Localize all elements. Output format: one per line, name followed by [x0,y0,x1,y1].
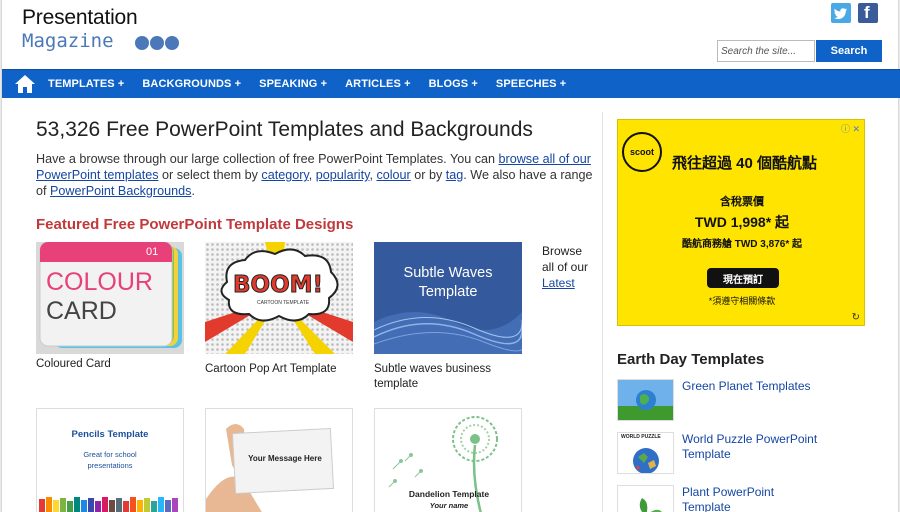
latest-link[interactable]: Latest [542,276,575,290]
intro-paragraph: Have a browse through our large collecti… [36,151,596,199]
thumb-subtitle: CARD [46,297,117,325]
template-caption[interactable]: Cartoon Pop Art Template [205,362,353,377]
social-links [831,3,878,23]
home-icon[interactable] [14,73,36,95]
logo-dots-icon [135,36,179,50]
sidebar-item-green-planet[interactable]: Green Planet Templates [617,379,887,423]
template-thumb-message-card[interactable]: Your Message Here [205,408,353,512]
sidebar-item-world-puzzle[interactable]: WORLD PUZZLE World Puzzle PowerPoint Tem… [617,432,887,476]
template-thumb-pencils[interactable]: Pencils Template Great for school presen… [36,408,184,512]
nav-blogs[interactable]: BLOGS + [429,78,478,90]
column-divider [602,112,603,512]
ad-brand: scoot [629,147,654,157]
ad-terms-note: *須遵守相關條款 [708,296,776,306]
scoot-logo-icon: scoot [622,132,662,172]
template-thumb-coloured-card[interactable]: 01 COLOUR CARD [36,242,184,354]
intro-text: , [308,168,316,182]
thumb-title: Subtle Waves Template [403,265,493,300]
nav-speaking[interactable]: SPEAKING + [259,78,327,90]
sidebar-link[interactable]: Green Planet Templates [682,379,822,394]
site-logo[interactable]: Presentation Magazine [22,6,179,52]
browse-latest: Browse all of our Latest [542,243,590,291]
advertisement-banner[interactable]: scoot ⓘ ✕ 飛往超過 40 個酷航點 含稅票價 TWD 1,998* 起… [617,119,865,326]
ad-fare-price: TWD 1,998* 起 [694,214,790,230]
tag-link[interactable]: tag [446,168,464,182]
browse-text: Browse all of our [542,244,589,274]
popularity-link[interactable]: popularity [316,168,370,182]
intro-text: or by [410,168,446,182]
search-input[interactable] [717,40,815,62]
ad-refresh-icon[interactable]: ↻ [852,312,860,323]
main-nav: TEMPLATES + BACKGROUNDS + SPEAKING + ART… [2,69,900,98]
backgrounds-link[interactable]: PowerPoint Backgrounds [50,184,191,198]
sidebar-item-plant[interactable]: Plant PowerPoint Template [617,485,887,512]
thumb-number: 01 [146,246,159,258]
logo-text-top: Presentation [22,6,138,29]
page-title: 53,326 Free PowerPoint Templates and Bac… [36,118,533,141]
thumb-title: BOOM! [232,272,324,299]
template-thumb-dandelion[interactable]: Dandelion Template Your name [374,408,522,512]
thumb-title: Your Message Here [248,454,322,463]
ad-fare-label: 含稅票價 [720,196,764,208]
sidebar-link[interactable]: Plant PowerPoint Template [682,485,822,512]
nav-speeches[interactable]: SPEECHES + [496,78,566,90]
sidebar-section-title: Earth Day Templates [617,351,765,368]
ad-business-fare: 酷航商務艙 TWD 3,876* 起 [681,239,803,250]
template-thumb-subtle-waves[interactable]: Subtle Waves Template [374,242,522,354]
logo-text-bottom: Magazine [22,30,114,52]
category-link[interactable]: category [261,168,308,182]
thumb-subtitle: CARTOON TEMPLATE [257,300,310,306]
thumb-title: Dandelion Template [408,489,490,499]
ad-book-button[interactable]: 現在預訂 [707,268,779,288]
world-puzzle-thumbnail: WORLD PUZZLE [617,432,674,474]
colour-link[interactable]: colour [376,168,410,182]
thumb-title: COLOUR [46,268,153,296]
intro-text: Have a browse through our large collecti… [36,152,499,166]
intro-text: . [191,184,195,198]
search-button[interactable]: Search [816,40,882,62]
template-caption[interactable]: Subtle waves business template [374,362,522,392]
green-planet-thumbnail [617,379,674,421]
template-caption[interactable]: Coloured Card [36,357,184,372]
ad-info-icon[interactable]: ⓘ ✕ [841,122,860,135]
plant-thumbnail [617,485,674,512]
sidebar-link[interactable]: World Puzzle PowerPoint Template [682,432,822,462]
template-thumb-cartoon[interactable]: BOOM! CARTOON TEMPLATE [205,242,353,354]
thumb-title: Pencils Template [71,429,149,440]
twitter-icon[interactable] [831,3,851,23]
nav-templates[interactable]: TEMPLATES + [48,78,124,90]
page: Presentation Magazine Search TEMPLATES +… [1,0,900,512]
facebook-icon[interactable] [858,3,878,23]
thumb-title: WORLD PUZZLE [621,434,661,440]
featured-heading: Featured Free PowerPoint Template Design… [36,216,354,233]
ad-headline: 飛往超過 40 個酷航點 [672,155,818,172]
intro-text: or select them by [158,168,262,182]
thumb-subtitle: Your name [429,501,469,510]
nav-backgrounds[interactable]: BACKGROUNDS + [142,78,241,90]
nav-articles[interactable]: ARTICLES + [345,78,410,90]
thumb-subtitle: Great for school presentations [83,450,137,470]
